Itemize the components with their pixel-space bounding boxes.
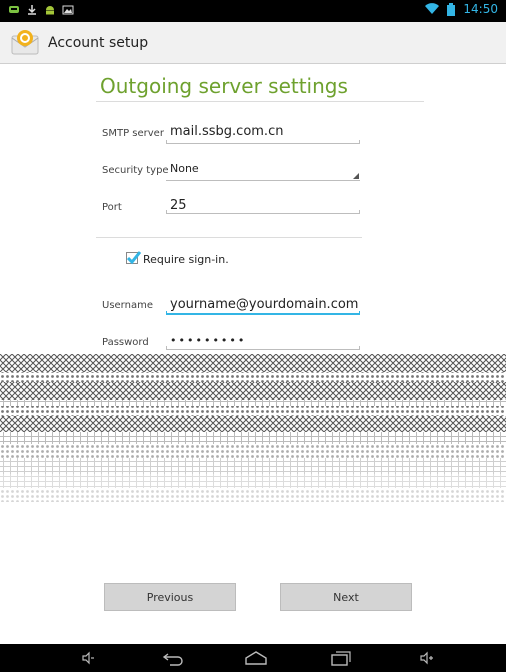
smtp-server-underline <box>166 140 360 144</box>
password-label: Password <box>102 337 149 348</box>
image-icon <box>62 5 74 15</box>
port-label: Port <box>102 202 122 213</box>
spinner-arrow-icon <box>353 173 359 179</box>
display-glitch-area <box>0 354 506 502</box>
volume-up-icon[interactable] <box>418 650 434 666</box>
navigation-bar <box>0 644 506 672</box>
security-type-underline <box>166 180 360 181</box>
status-clock: 14:50 <box>463 2 498 16</box>
page-title: Outgoing server settings <box>100 74 348 98</box>
username-underline <box>166 311 360 315</box>
password-underline <box>166 346 360 350</box>
system-icons: 14:50 <box>425 2 498 16</box>
android-icon <box>46 6 54 15</box>
download-icon <box>28 5 36 15</box>
security-type-label: Security type <box>102 165 169 176</box>
security-type-select[interactable]: None <box>170 162 199 175</box>
battery-icon <box>447 2 456 16</box>
next-button[interactable]: Next <box>280 583 412 611</box>
checkmark-icon <box>126 251 142 265</box>
volume-down-icon[interactable] <box>80 650 96 666</box>
section-divider <box>96 237 362 238</box>
require-signin-label: Require sign-in. <box>143 253 229 266</box>
require-signin-checkbox[interactable] <box>126 251 142 265</box>
action-bar: Account setup <box>0 22 506 64</box>
username-label: Username <box>102 300 153 311</box>
chat-icon <box>9 6 19 13</box>
notification-icons <box>8 4 74 16</box>
title-divider <box>96 101 424 102</box>
smtp-server-label: SMTP server <box>102 128 164 139</box>
status-bar: 14:50 <box>0 0 506 22</box>
home-icon[interactable] <box>244 650 268 666</box>
recent-apps-icon[interactable] <box>330 650 352 666</box>
email-account-icon[interactable] <box>10 28 40 58</box>
action-bar-title: Account setup <box>48 34 149 51</box>
smtp-server-input[interactable]: mail.ssbg.com.cn <box>170 124 283 139</box>
username-input[interactable]: yourname@yourdomain.com <box>170 297 358 312</box>
back-icon[interactable] <box>162 650 184 666</box>
previous-button[interactable]: Previous <box>104 583 236 611</box>
wifi-icon <box>425 3 440 15</box>
port-underline <box>166 210 360 214</box>
